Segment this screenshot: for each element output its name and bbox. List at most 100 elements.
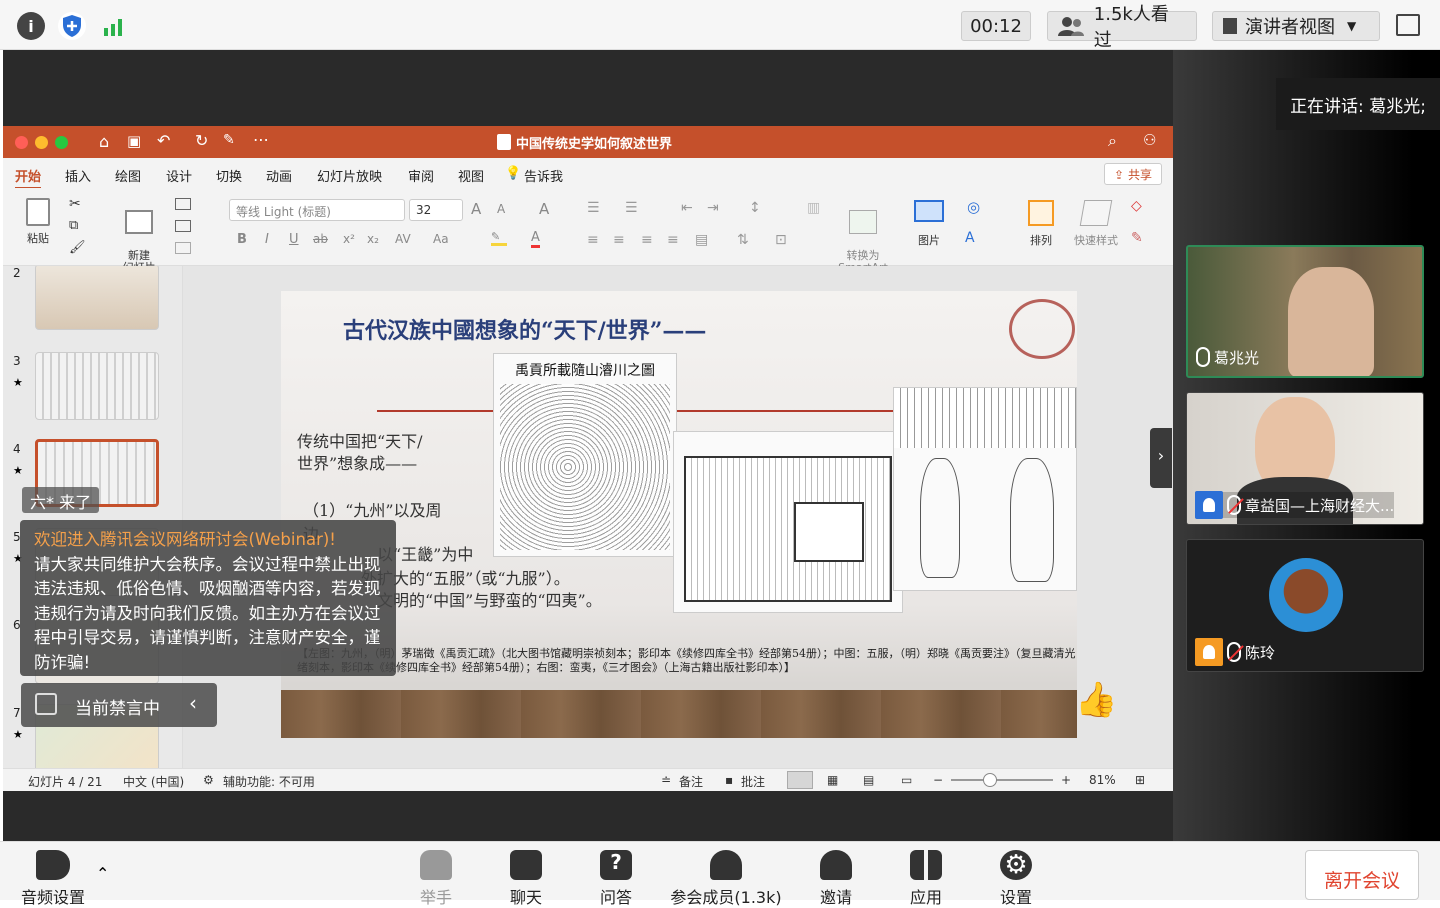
shapes-icon[interactable]: ◎	[967, 198, 980, 216]
quick-styles-button[interactable]: 快速样式	[1071, 200, 1121, 248]
audio-settings-button[interactable]: 音频设置	[20, 850, 86, 908]
signal-icon[interactable]	[100, 12, 128, 40]
invite-button[interactable]: 邀请	[810, 850, 862, 908]
tab-slideshow[interactable]: 幻灯片放映	[317, 166, 382, 185]
align-left-icon[interactable]: ≡	[587, 232, 599, 248]
char-spacing-icon[interactable]: AV	[395, 232, 411, 246]
cut-icon[interactable]: ✂	[69, 196, 81, 212]
mute-status-bar[interactable]: 当前禁言中 ‹	[21, 683, 217, 727]
participant-tile[interactable]: 葛兆光	[1186, 245, 1424, 378]
change-case-icon[interactable]: Aa	[433, 232, 449, 246]
more-icon[interactable]: ⋯	[253, 130, 269, 149]
copy-icon[interactable]: ⧉	[69, 218, 78, 233]
paste-button[interactable]: 粘贴	[21, 198, 55, 246]
participant-tile[interactable]: 章益国—上海财经大...	[1186, 392, 1424, 525]
slide-thumbnail[interactable]	[35, 266, 159, 330]
convert-smartart-button[interactable]: 转换为 SmartArt	[833, 198, 893, 274]
zoom-slider[interactable]	[951, 773, 1053, 787]
line-spacing-icon[interactable]: ↕	[749, 200, 761, 216]
tab-review[interactable]: 审阅	[408, 166, 434, 185]
participant-tile[interactable]: 陈玲	[1186, 539, 1424, 672]
distributed-icon[interactable]: ▤	[695, 232, 708, 248]
zoom-out-button[interactable]: −	[933, 773, 943, 787]
underline-icon[interactable]: U	[289, 232, 299, 247]
qa-button[interactable]: ? 问答	[590, 850, 642, 908]
new-slide-button[interactable]: 新建 幻灯片	[119, 198, 159, 274]
comments-button[interactable]: 批注	[741, 773, 765, 790]
font-color-icon[interactable]: A	[531, 230, 540, 248]
leave-meeting-button[interactable]: 离开会议	[1305, 850, 1419, 900]
members-button[interactable]: 参会成员(1.3k)	[666, 850, 786, 908]
normal-view-button[interactable]	[787, 771, 813, 789]
raise-hand-button[interactable]: 举手	[410, 850, 462, 908]
tab-design[interactable]: 设计	[166, 166, 192, 185]
decrease-indent-icon[interactable]: ⇤	[681, 200, 693, 216]
tab-transitions[interactable]: 切换	[216, 166, 242, 185]
zoom-level[interactable]: 81%	[1089, 773, 1116, 787]
thumbs-up-icon[interactable]: 👍	[1075, 680, 1117, 720]
italic-icon[interactable]: I	[265, 232, 269, 247]
chat-button[interactable]: 聊天	[500, 850, 552, 908]
outline-icon[interactable]: ✎	[1131, 230, 1143, 246]
font-name-select[interactable]: 等线 Light (标题)	[229, 199, 405, 221]
shield-icon[interactable]	[58, 12, 86, 40]
tab-view[interactable]: 视图	[458, 166, 484, 185]
decrease-font-icon[interactable]: A	[497, 202, 505, 216]
account-icon[interactable]: ⚇	[1143, 131, 1156, 149]
fit-slide-icon[interactable]: ⊞	[1135, 773, 1145, 787]
increase-indent-icon[interactable]: ⇥	[707, 200, 719, 216]
info-icon[interactable]: i	[17, 12, 45, 40]
chevron-up-icon[interactable]: ⌃	[96, 864, 109, 883]
tab-insert[interactable]: 插入	[65, 166, 91, 185]
justify-icon[interactable]: ≡	[667, 232, 679, 248]
tab-draw[interactable]: 绘图	[115, 166, 141, 185]
close-window-button[interactable]	[15, 136, 28, 149]
tab-home[interactable]: 开始	[15, 166, 42, 189]
view-mode-dropdown[interactable]: 演讲者视图 ▼	[1212, 11, 1380, 41]
slide-sorter-icon[interactable]: ▦	[827, 773, 838, 787]
minimize-window-button[interactable]	[35, 136, 48, 149]
apps-button[interactable]: 应用	[900, 850, 952, 908]
zoom-in-button[interactable]: +	[1061, 773, 1071, 787]
layout-icon[interactable]	[175, 198, 191, 210]
clear-format-icon[interactable]: A	[539, 200, 549, 218]
font-size-select[interactable]: 32	[409, 199, 463, 221]
section-icon[interactable]	[175, 242, 191, 254]
align-right-icon[interactable]: ≡	[641, 232, 653, 248]
panel-expand-button[interactable]: ›	[1150, 428, 1172, 488]
reading-view-icon[interactable]: ▤	[863, 773, 874, 787]
slide-thumbnail[interactable]	[35, 352, 159, 420]
bold-icon[interactable]: B	[237, 232, 247, 247]
numbering-icon[interactable]: ☰	[625, 200, 638, 216]
save-icon[interactable]: ▣	[127, 132, 141, 150]
zoom-slider-thumb[interactable]	[983, 773, 997, 787]
increase-font-icon[interactable]: A	[471, 200, 481, 218]
strikethrough-icon[interactable]: ab	[313, 232, 328, 246]
redo-icon[interactable]: ↻	[195, 131, 208, 150]
tab-animations[interactable]: 动画	[266, 166, 292, 185]
accessibility-status[interactable]: 辅助功能: 不可用	[223, 773, 315, 790]
search-icon[interactable]: ⌕	[1108, 131, 1117, 151]
superscript-icon[interactable]: x²	[343, 232, 355, 246]
maximize-window-button[interactable]	[55, 136, 68, 149]
settings-button[interactable]: ⚙ 设置	[990, 850, 1042, 908]
align-center-icon[interactable]: ≡	[613, 232, 625, 248]
highlight-icon[interactable]: ✎	[491, 230, 507, 246]
fullscreen-icon[interactable]	[1396, 14, 1420, 36]
align-text-icon[interactable]: ⊡	[775, 232, 787, 248]
arrange-button[interactable]: 排列	[1021, 200, 1061, 248]
textbox-icon[interactable]: A	[965, 230, 975, 246]
home-icon[interactable]: ⌂	[99, 132, 109, 151]
edit-icon[interactable]: ✎	[223, 132, 235, 148]
text-direction-icon[interactable]: ⇅	[737, 232, 749, 248]
subscript-icon[interactable]: x₂	[367, 232, 379, 246]
bullets-icon[interactable]: ☰	[587, 200, 600, 216]
picture-button[interactable]: 图片	[911, 200, 947, 248]
chevron-left-icon[interactable]: ‹	[189, 691, 197, 715]
fill-icon[interactable]: ◇	[1131, 198, 1142, 214]
notes-button[interactable]: 备注	[679, 773, 703, 790]
tab-tell-me[interactable]: 告诉我	[524, 166, 563, 185]
format-painter-icon[interactable]: 🖌	[69, 240, 86, 255]
undo-icon[interactable]: ↶	[157, 131, 170, 150]
viewers-button[interactable]: 1.5k人看过	[1047, 4, 1197, 51]
